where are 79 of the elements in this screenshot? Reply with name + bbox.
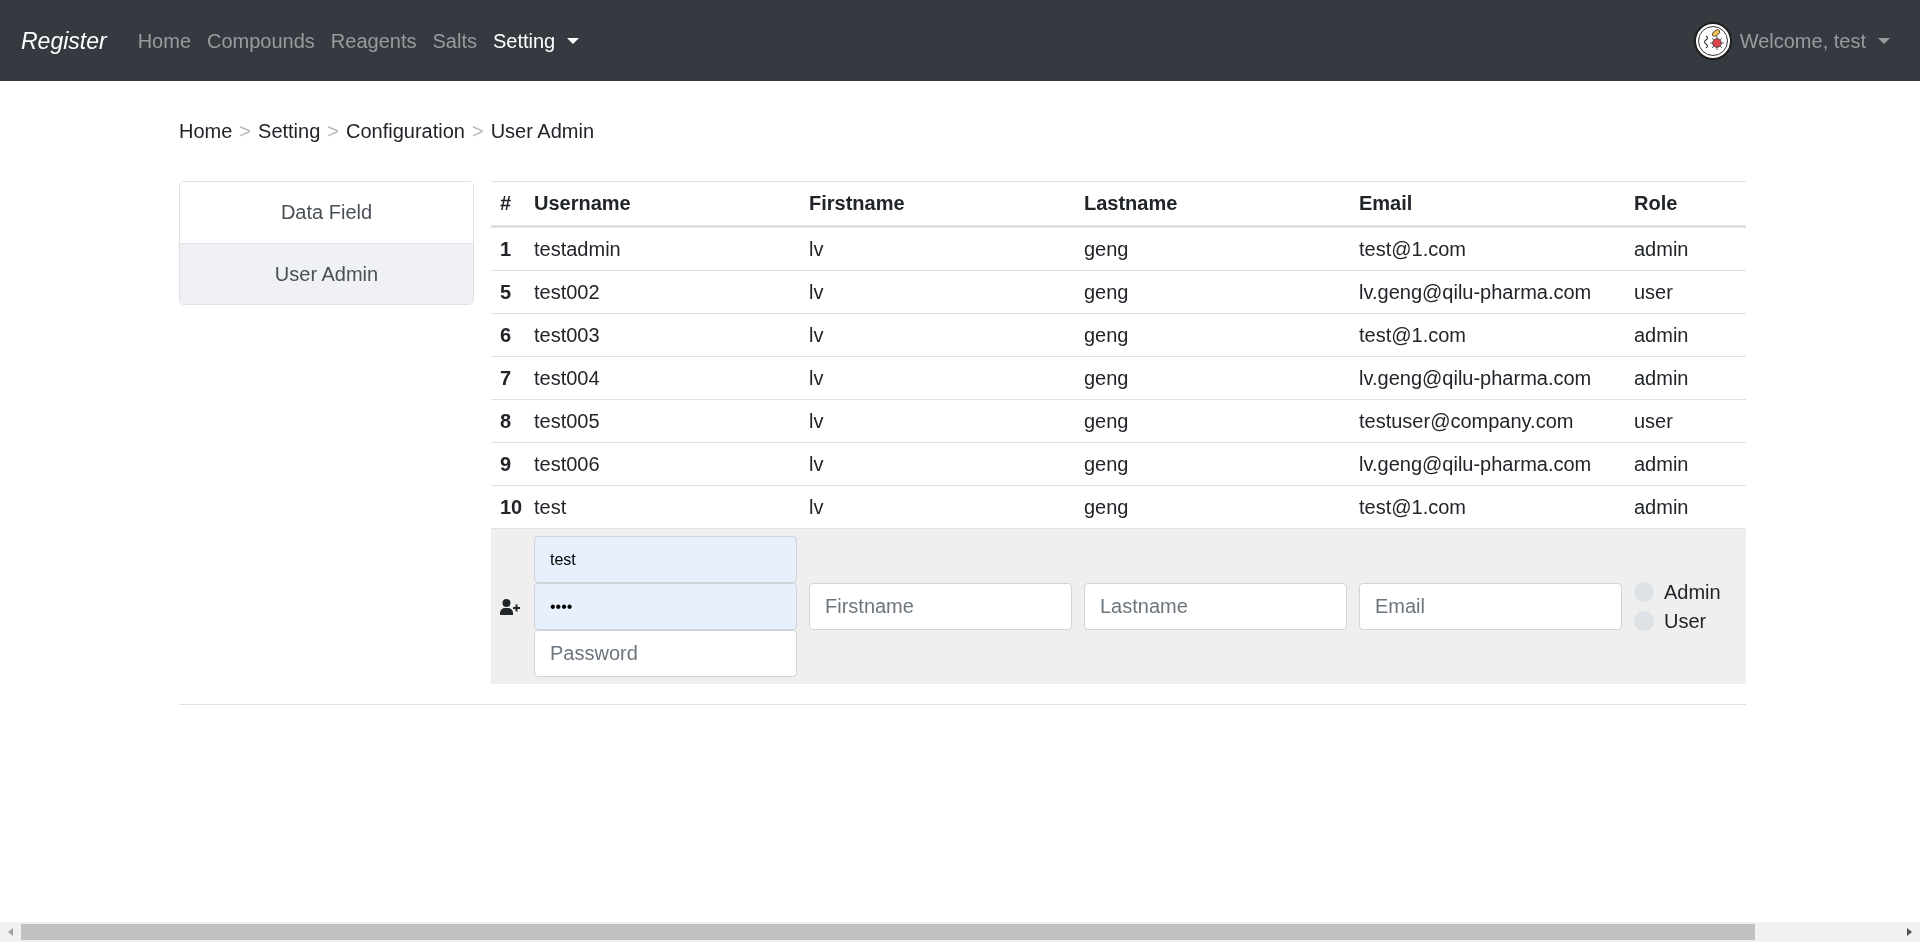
nav-link[interactable]: Reagents <box>322 25 425 56</box>
row-number: 10 <box>499 494 524 520</box>
lastname: geng <box>1083 365 1130 391</box>
row-number: 8 <box>499 408 513 434</box>
email: lv.geng@qilu-pharma.com <box>1358 279 1593 305</box>
role: user <box>1633 408 1674 434</box>
row-number: 7 <box>499 365 513 391</box>
email: lv.geng@qilu-pharma.com <box>1358 451 1593 477</box>
row-number: 1 <box>499 236 513 262</box>
lastname: geng <box>1083 322 1130 348</box>
lastname: geng <box>1083 494 1130 520</box>
role: admin <box>1633 365 1690 391</box>
lastname: geng <box>1083 451 1130 477</box>
scrollbar-thumb[interactable] <box>21 924 1755 940</box>
column-header: Username <box>533 191 632 216</box>
user-avatar-icon <box>1693 21 1732 60</box>
breadcrumb-link[interactable]: Home <box>179 116 233 146</box>
email: testuser@company.com <box>1358 408 1575 434</box>
firstname: lv <box>808 236 825 262</box>
username: test002 <box>533 279 601 305</box>
user-plus-icon <box>500 598 521 615</box>
firstname: lv <box>808 494 825 520</box>
column-header: Email <box>1358 191 1414 216</box>
column-header: Firstname <box>808 191 906 216</box>
lastname: geng <box>1083 236 1130 262</box>
breadcrumb-separator: > <box>470 119 485 144</box>
breadcrumb-separator: > <box>326 119 340 144</box>
breadcrumb-link[interactable]: Setting <box>258 116 321 146</box>
caret-icon <box>567 37 580 44</box>
horizontal-scrollbar[interactable] <box>0 922 1920 942</box>
brand-link[interactable]: Register <box>21 25 107 56</box>
username: test003 <box>533 322 601 348</box>
nav-link[interactable]: Home <box>129 25 199 56</box>
email: lv.geng@qilu-pharma.com <box>1358 365 1593 391</box>
breadcrumb-current: User Admin <box>490 119 595 144</box>
firstname: lv <box>808 408 825 434</box>
caret-icon <box>1878 37 1890 44</box>
username-field[interactable]: test <box>534 536 797 583</box>
lastname: geng <box>1083 279 1130 305</box>
username: testadmin <box>533 236 622 262</box>
column-header: # <box>499 191 513 216</box>
column-header: Lastname <box>1083 191 1179 216</box>
lastname: geng <box>1083 408 1130 434</box>
radio-label[interactable]: User <box>1664 606 1707 636</box>
scroll-left-icon[interactable] <box>8 928 13 936</box>
nav-dropdown[interactable]: Setting <box>484 25 588 56</box>
firstname: lv <box>808 451 825 477</box>
role: admin <box>1633 236 1690 262</box>
sidebar-item[interactable]: User Admin <box>180 243 473 304</box>
role: admin <box>1633 451 1690 477</box>
role: admin <box>1633 322 1690 348</box>
radio-label[interactable]: Admin <box>1664 577 1721 607</box>
row-number: 6 <box>499 322 513 348</box>
row-number: 5 <box>499 279 513 305</box>
firstname: lv <box>808 322 825 348</box>
username: test004 <box>533 365 601 391</box>
row-number: 9 <box>499 451 513 477</box>
lastname-field[interactable]: Lastname <box>1084 583 1347 630</box>
role: user <box>1633 279 1674 305</box>
nav-link[interactable]: Compounds <box>199 25 323 56</box>
password-field[interactable]: Password <box>534 630 797 677</box>
username: test <box>533 494 568 520</box>
email: test@1.com <box>1358 236 1467 262</box>
scroll-right-icon[interactable] <box>1907 928 1912 936</box>
firstname-field[interactable]: Firstname <box>809 583 1072 630</box>
firstname: lv <box>808 279 825 305</box>
email: test@1.com <box>1358 322 1467 348</box>
firstname: lv <box>808 365 825 391</box>
column-header: Role <box>1633 191 1679 216</box>
breadcrumb-separator: > <box>238 119 253 144</box>
username: test006 <box>533 451 601 477</box>
email: test@1.com <box>1358 494 1467 520</box>
username: test005 <box>533 408 601 434</box>
email-field[interactable]: Email <box>1359 583 1622 630</box>
user-menu[interactable]: Welcome, test <box>1685 21 1898 60</box>
breadcrumb-link[interactable]: Configuration <box>346 116 465 146</box>
password-field[interactable]: •••• <box>534 583 797 630</box>
role: admin <box>1633 494 1690 520</box>
nav-link[interactable]: Salts <box>424 25 485 56</box>
